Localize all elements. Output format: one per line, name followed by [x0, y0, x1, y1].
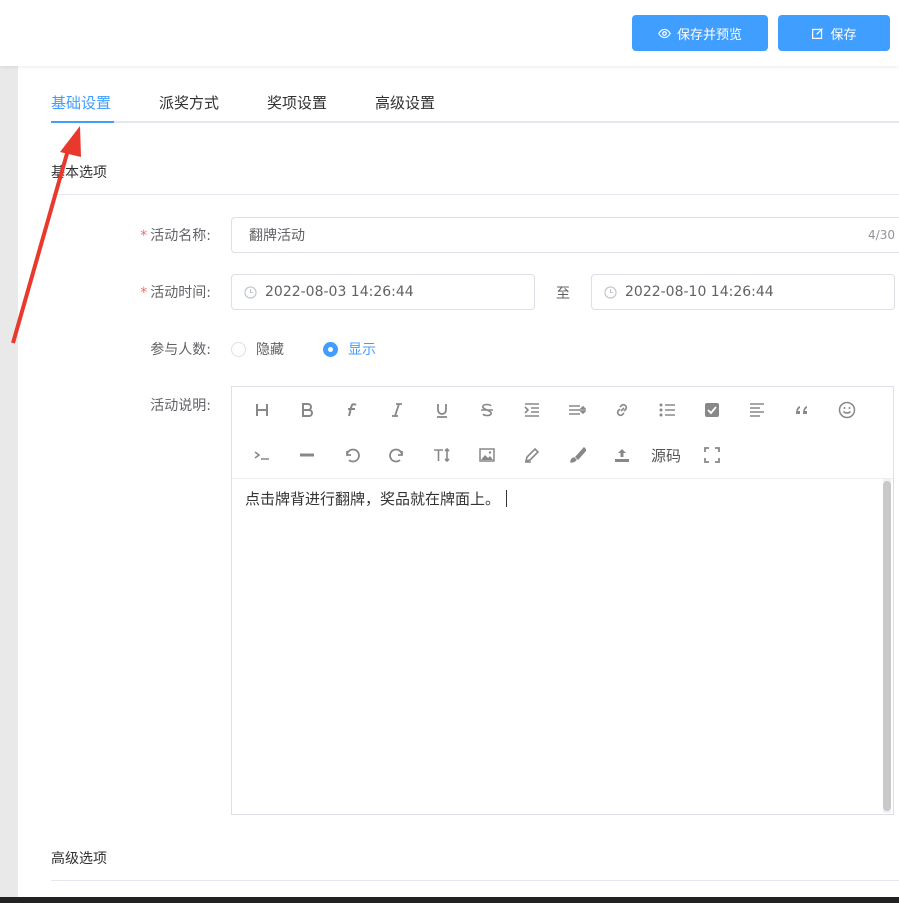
basic-section-title: 基本选项 — [51, 165, 107, 181]
save-and-preview-label: 保存并预览 — [676, 26, 742, 42]
scrollbar-thumb[interactable] — [883, 481, 891, 811]
tab-prize-settings[interactable]: 奖项设置 — [267, 92, 327, 113]
source-code-button[interactable]: 源码 — [651, 444, 681, 466]
editor-toolbar-row-2: 源码 — [232, 432, 893, 477]
font-icon[interactable] — [341, 399, 363, 421]
section-divider — [51, 880, 899, 881]
radio-dot — [231, 341, 246, 357]
editor-content-area[interactable]: 点击牌背进行翻牌，奖品就在牌面上。 — [232, 478, 893, 814]
radio-hide[interactable]: 隐藏 — [231, 339, 284, 359]
save-label: 保存 — [830, 26, 857, 42]
redo-icon[interactable] — [386, 444, 408, 466]
activity-name-label: * 活动名称: — [140, 228, 211, 244]
heading-icon[interactable] — [251, 399, 273, 421]
eye-icon — [658, 28, 671, 38]
end-time-value: 2022-08-10 14:26:44 — [625, 284, 774, 300]
undo-icon[interactable] — [341, 444, 363, 466]
required-mark: * — [140, 285, 148, 301]
advanced-section-title: 高级选项 — [51, 851, 107, 867]
highlighter-icon[interactable] — [521, 444, 543, 466]
start-time-picker[interactable]: 2022-08-03 14:26:44 — [231, 274, 535, 310]
activity-name-value: 翻牌活动 — [249, 228, 305, 244]
font-size-icon[interactable] — [431, 444, 453, 466]
horizontal-rule-icon[interactable] — [296, 444, 318, 466]
strikethrough-icon[interactable] — [476, 399, 498, 421]
activity-time-label: * 活动时间: — [140, 285, 211, 301]
section-divider — [51, 194, 899, 195]
left-sidebar-edge — [0, 66, 18, 903]
emoji-icon[interactable] — [836, 399, 858, 421]
rich-text-editor: 源码 点击牌背进行翻牌，奖品就在牌面上。 — [231, 386, 894, 815]
image-icon[interactable] — [476, 444, 498, 466]
time-range-separator: 至 — [556, 286, 570, 302]
description-label: 活动说明: — [150, 398, 211, 414]
italic-icon[interactable] — [386, 399, 408, 421]
align-left-icon[interactable] — [746, 399, 768, 421]
main-content: 基础设置 派奖方式 奖项设置 高级设置 基本选项 * 活动名称: 翻牌活动 4/3… — [18, 66, 899, 897]
upload-icon[interactable] — [611, 444, 633, 466]
char-count: 4/30 — [868, 228, 895, 242]
underline-icon[interactable] — [431, 399, 453, 421]
editor-toolbar-row-1 — [232, 387, 893, 432]
top-bar: 保存并预览 保存 — [0, 0, 899, 66]
end-time-picker[interactable]: 2022-08-10 14:26:44 — [591, 274, 895, 310]
tab-bar: 基础设置 派奖方式 奖项设置 高级设置 — [51, 86, 899, 123]
tab-prize-distribution[interactable]: 派奖方式 — [159, 92, 219, 113]
radio-show-label: 显示 — [348, 342, 376, 358]
editor-text: 点击牌背进行翻牌，奖品就在牌面上。 — [245, 488, 508, 509]
edit-icon — [812, 27, 824, 39]
indent-icon[interactable] — [521, 399, 543, 421]
clock-icon — [604, 285, 617, 299]
editor-scrollbar[interactable] — [883, 479, 891, 813]
bold-icon[interactable] — [296, 399, 318, 421]
save-and-preview-button[interactable]: 保存并预览 — [632, 15, 768, 51]
code-icon[interactable] — [251, 444, 273, 466]
start-time-value: 2022-08-03 14:26:44 — [265, 284, 414, 300]
radio-hide-label: 隐藏 — [256, 342, 284, 358]
participants-label: 参与人数: — [150, 342, 211, 358]
link-icon[interactable] — [611, 399, 633, 421]
activity-name-input[interactable]: 翻牌活动 4/30 — [231, 217, 899, 253]
clock-icon — [244, 285, 257, 299]
checkbox-icon[interactable] — [701, 399, 723, 421]
required-mark: * — [140, 228, 148, 244]
save-button[interactable]: 保存 — [778, 15, 890, 51]
quote-icon[interactable] — [791, 399, 813, 421]
bottom-edge — [0, 897, 899, 903]
active-tab-indicator — [51, 121, 114, 123]
text-caret — [506, 490, 508, 507]
line-height-icon[interactable] — [566, 399, 588, 421]
fullscreen-icon[interactable] — [701, 444, 723, 466]
bullet-list-icon[interactable] — [656, 399, 678, 421]
tab-basic-settings[interactable]: 基础设置 — [51, 92, 111, 113]
tab-advanced-settings[interactable]: 高级设置 — [375, 92, 435, 113]
radio-show[interactable]: 显示 — [323, 339, 376, 359]
brush-icon[interactable] — [566, 444, 588, 466]
radio-dot — [323, 341, 338, 357]
